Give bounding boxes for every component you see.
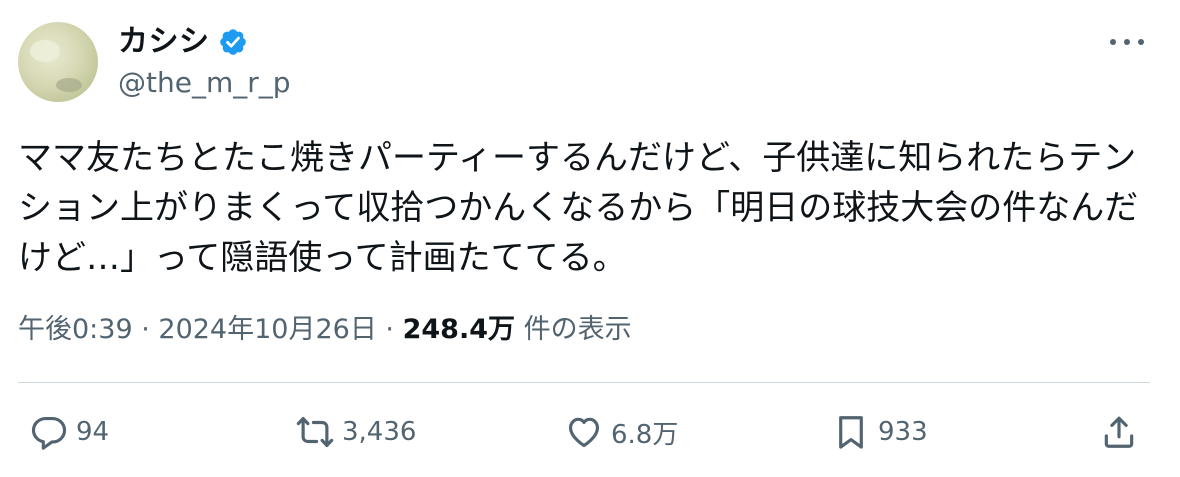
more-horizontal-icon[interactable] [1110,30,1144,54]
reply-icon [31,416,67,450]
share-icon [1104,416,1134,448]
views-label: 件の表示 [514,314,632,345]
author-name-row: カシシ [118,22,248,62]
share-button[interactable] [1100,410,1138,454]
retweet-count: 3,436 [342,417,417,447]
action-bar: 94 3,436 6.8万 933 [0,410,1180,454]
author-handle[interactable]: @the_m_r_p [118,64,291,102]
tweet-card: カシシ @the_m_r_p ママ友たちとたこ焼きパーティーするんだけど、子供達… [0,0,1180,477]
reply-button[interactable]: 94 [30,410,109,454]
tweet-text: ママ友たちとたこ焼きパーティーするんだけど、子供達に知られたらテン ション上がり… [18,138,1139,278]
reply-count: 94 [76,417,110,447]
bookmark-button[interactable]: 933 [832,410,928,454]
avatar[interactable] [18,22,98,102]
bookmark-count: 933 [878,417,928,447]
bookmark-icon [839,416,863,449]
heart-icon [568,417,600,448]
like-count: 6.8万 [611,419,679,450]
tweet-date[interactable]: 2024年10月26日 [158,314,376,345]
retweet-icon [296,416,334,448]
more-dot [1138,39,1144,45]
more-dot [1124,39,1130,45]
verified-badge-icon[interactable] [218,27,248,57]
tweet-meta: 午後0:39 · 2024年10月26日 · 248.4万 件の表示 [18,310,632,350]
views-count[interactable]: 248.4万 [403,314,515,345]
divider [18,382,1150,383]
tweet-time[interactable]: 午後0:39 [18,314,133,345]
author-display-name[interactable]: カシシ [118,22,210,62]
retweet-button[interactable]: 3,436 [296,410,416,454]
meta-separator: · [376,314,403,345]
meta-separator: · [132,314,159,345]
more-dot [1110,39,1116,45]
like-button[interactable]: 6.8万 [565,410,678,454]
